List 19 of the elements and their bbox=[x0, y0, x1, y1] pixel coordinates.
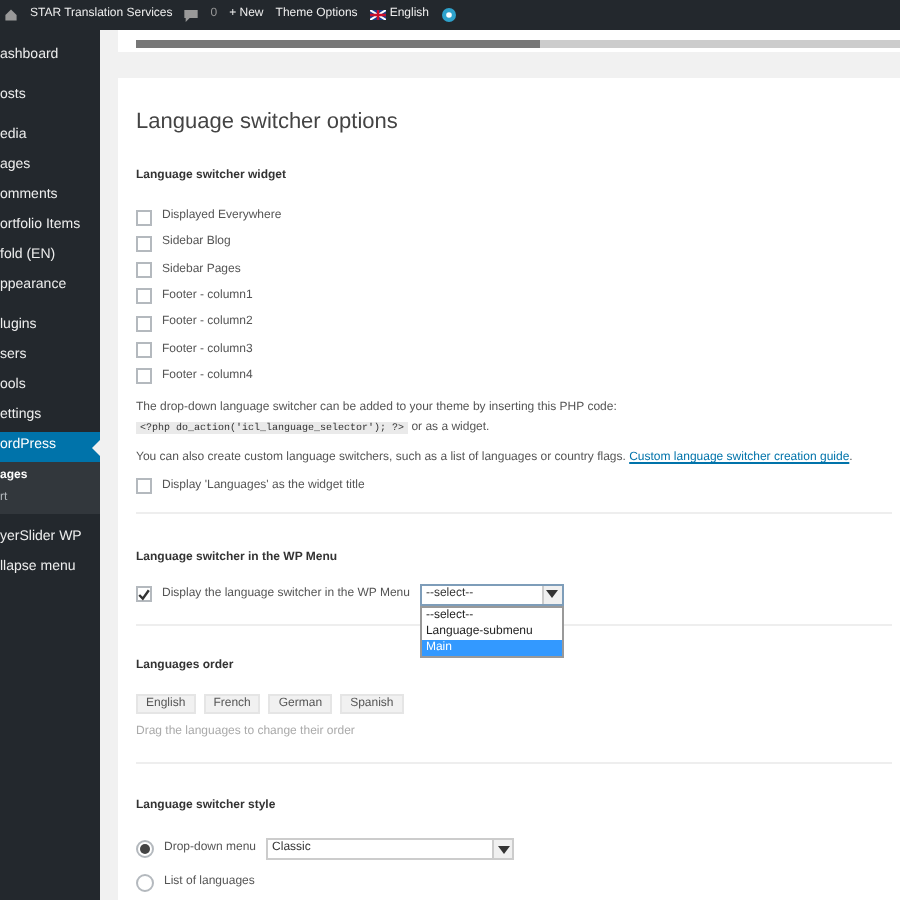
checkbox[interactable] bbox=[136, 235, 152, 252]
checkbox[interactable] bbox=[136, 342, 152, 359]
comment-icon[interactable] bbox=[184, 9, 199, 21]
caret-icon bbox=[546, 590, 559, 598]
checkbox[interactable] bbox=[136, 288, 152, 305]
help-icon[interactable] bbox=[441, 8, 455, 22]
checkbox[interactable] bbox=[136, 209, 152, 226]
caret-icon bbox=[497, 845, 510, 853]
checkmark-icon bbox=[138, 587, 150, 601]
radio-button[interactable] bbox=[136, 840, 154, 858]
home-icon[interactable] bbox=[4, 8, 18, 22]
flag-icon bbox=[369, 10, 386, 20]
checkbox[interactable] bbox=[136, 478, 152, 494]
radio-button[interactable] bbox=[136, 874, 154, 892]
checkbox[interactable] bbox=[136, 262, 152, 279]
section-title: Language switcher options bbox=[136, 108, 400, 139]
checkbox[interactable] bbox=[136, 315, 152, 332]
checkbox[interactable] bbox=[136, 586, 152, 602]
checkbox[interactable] bbox=[136, 368, 152, 385]
